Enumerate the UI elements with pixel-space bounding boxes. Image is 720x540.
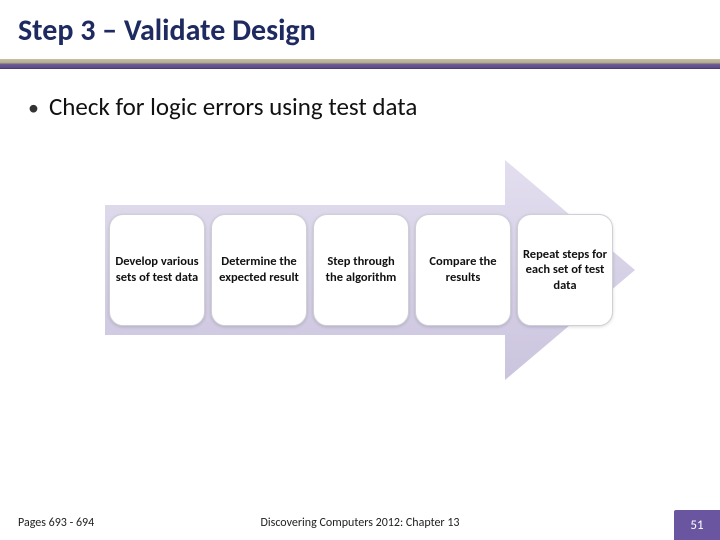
process-step: Develop various sets of test data (109, 214, 205, 326)
bullet-item: • Check for logic errors using test data (28, 91, 692, 122)
slide-title: Step 3 – Validate Design (18, 12, 702, 49)
bullet-marker: • (28, 97, 39, 119)
bullet-text: Check for logic errors using test data (49, 91, 417, 122)
process-step: Repeat steps for each set of test data (517, 214, 613, 326)
process-step: Determine the expected result (211, 214, 307, 326)
process-step: Compare the results (415, 214, 511, 326)
title-underline (0, 59, 720, 69)
page-number-badge: 51 (674, 510, 720, 540)
process-step: Step through the algorithm (313, 214, 409, 326)
slide-footer: Pages 693 - 694 Discovering Computers 20… (0, 516, 720, 530)
process-arrow-diagram: Develop various sets of test data Determ… (105, 160, 635, 380)
footer-source: Discovering Computers 2012: Chapter 13 (0, 516, 720, 530)
